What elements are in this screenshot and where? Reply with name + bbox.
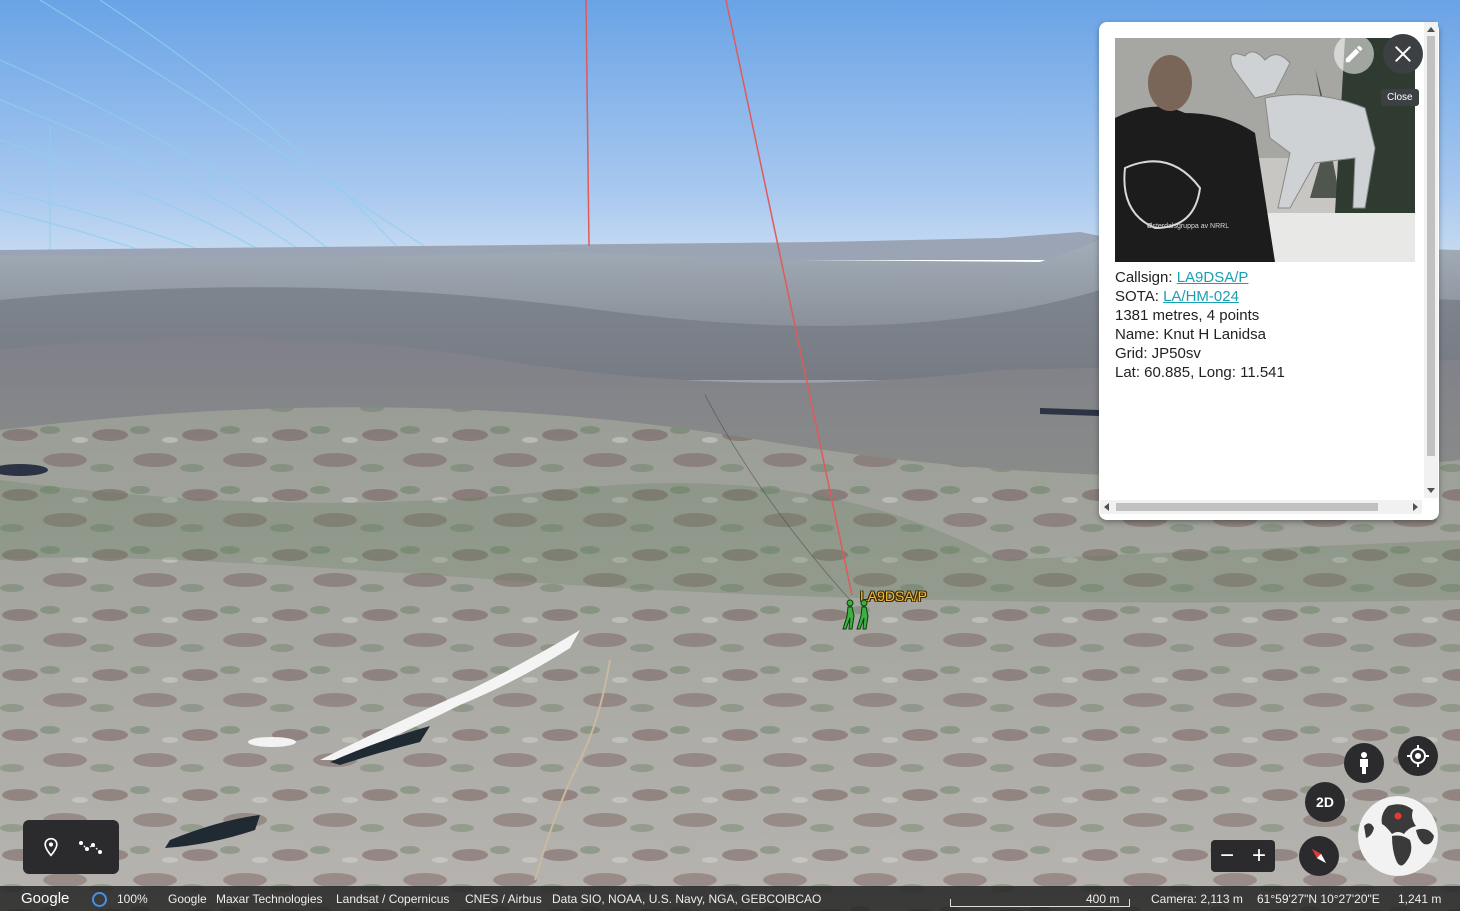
svg-text:Østerdalsgruppa av NRRL: Østerdalsgruppa av NRRL xyxy=(1147,223,1229,230)
operator-name: Name: Knut H Lanidsa xyxy=(1115,326,1266,343)
draw-path-button[interactable] xyxy=(74,830,108,864)
camera-altitude: Camera: 2,113 m xyxy=(1151,892,1243,906)
balloon-vertical-scrollbar[interactable] xyxy=(1424,22,1438,498)
attribution[interactable]: Maxar Technologies xyxy=(216,892,323,906)
sota-label: SOTA: xyxy=(1115,288,1159,305)
scroll-up-arrow[interactable] xyxy=(1427,27,1435,32)
elevation-points: 1381 metres, 4 points xyxy=(1115,307,1260,324)
close-button[interactable] xyxy=(1383,34,1423,74)
balloon-content: Østerdalsgruppa av NRRL Callsign: LA9DSA… xyxy=(1115,38,1419,508)
attribution[interactable]: Data SIO, NOAA, U.S. Navy, NGA, GEBCO xyxy=(552,892,785,906)
cursor-elevation: 1,241 m xyxy=(1398,892,1442,906)
edit-button[interactable] xyxy=(1334,34,1374,74)
sota-link[interactable]: LA/HM-024 xyxy=(1163,288,1239,305)
hiker-icon[interactable] xyxy=(840,598,876,630)
map-pin-icon xyxy=(44,837,58,857)
scroll-thumb[interactable] xyxy=(1427,36,1435,456)
attribution[interactable]: Landsat / Copernicus xyxy=(336,892,449,906)
toggle-2d-button[interactable]: 2D xyxy=(1305,782,1345,822)
google-logo: Google xyxy=(21,890,70,907)
drawing-toolbar xyxy=(23,820,119,874)
callsign-link[interactable]: LA9DSA/P xyxy=(1177,269,1249,286)
scale-label: 400 m xyxy=(1086,892,1120,906)
pegman-icon xyxy=(1360,752,1368,774)
attribution[interactable]: CNES / Airbus xyxy=(465,892,542,906)
scroll-down-arrow[interactable] xyxy=(1427,488,1435,493)
status-bar: Google 100% Google Maxar Technologies La… xyxy=(0,886,1460,911)
loading-indicator-icon xyxy=(92,892,107,907)
scroll-thumb-horizontal[interactable] xyxy=(1116,503,1378,511)
zoom-in-button[interactable]: + xyxy=(1243,840,1275,872)
close-tooltip: Close xyxy=(1381,89,1419,106)
attribution[interactable]: IBCAO xyxy=(784,892,821,906)
globe-icon xyxy=(1358,796,1438,876)
callsign-label: Callsign: xyxy=(1115,269,1173,286)
my-location-icon xyxy=(1407,745,1429,767)
balloon-horizontal-scrollbar[interactable] xyxy=(1100,500,1422,514)
lat-long: Lat: 60.885, Long: 11.541 xyxy=(1115,364,1285,381)
close-icon xyxy=(1395,46,1411,62)
pencil-icon xyxy=(1345,45,1363,63)
zoom-out-button[interactable]: − xyxy=(1211,840,1243,872)
cursor-coordinates: 61°59'27"N 10°27'20"E xyxy=(1257,892,1380,906)
scroll-right-arrow[interactable] xyxy=(1413,503,1418,511)
sota-line: SOTA: LA/HM-024 xyxy=(1115,287,1419,306)
zoom-control: − + xyxy=(1211,840,1275,872)
compass-button[interactable] xyxy=(1299,836,1339,876)
placemark[interactable]: LA9DSA/P xyxy=(838,586,948,632)
add-placemark-button[interactable] xyxy=(34,830,68,864)
grid-locator: Grid: JP50sv xyxy=(1115,345,1201,362)
path-icon xyxy=(79,841,102,854)
placemark-photo: Østerdalsgruppa av NRRL xyxy=(1115,38,1415,262)
attribution[interactable]: Google xyxy=(168,892,207,906)
compass-icon xyxy=(1311,848,1327,864)
scroll-left-arrow[interactable] xyxy=(1104,503,1109,511)
earth-viewport[interactable]: LA9DSA/P Østerdalsgruppa av NRRL Callsig… xyxy=(0,0,1460,911)
globe-minimap[interactable] xyxy=(1358,796,1438,876)
callsign-line: Callsign: LA9DSA/P xyxy=(1115,268,1419,287)
pegman-button[interactable] xyxy=(1344,743,1384,783)
my-location-button[interactable] xyxy=(1398,736,1438,776)
load-percent: 100% xyxy=(117,892,148,906)
